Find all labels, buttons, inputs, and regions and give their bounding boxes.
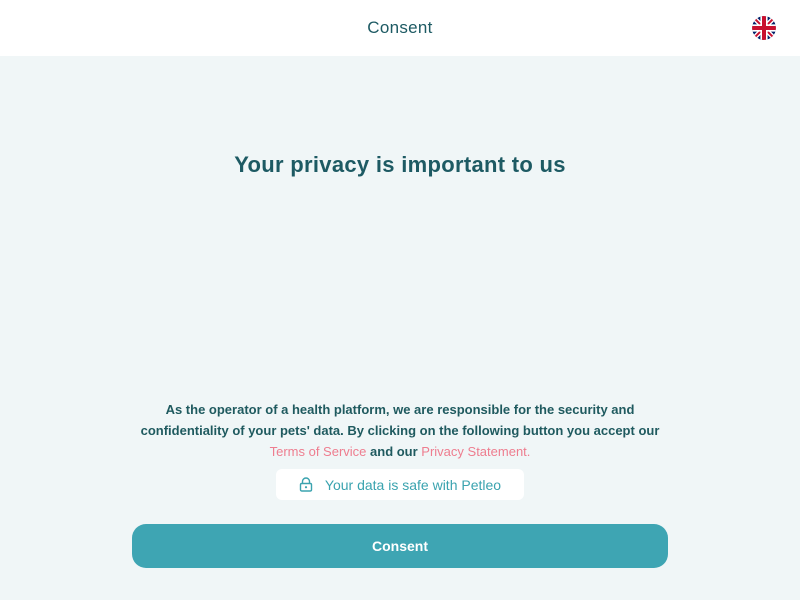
page-title: Consent — [367, 18, 433, 37]
terms-of-service-link[interactable]: Terms of Service — [270, 444, 367, 459]
disclaimer-text: As the operator of a health platform, we… — [140, 402, 660, 438]
lock-icon — [299, 477, 313, 492]
top-bar: Consent — [0, 0, 800, 56]
data-safe-badge: Your data is safe with Petleo — [276, 469, 524, 500]
consent-disclaimer: As the operator of a health platform, we… — [130, 399, 670, 462]
privacy-headline: Your privacy is important to us — [234, 152, 566, 177]
safe-badge-text: Your data is safe with Petleo — [324, 476, 502, 493]
uk-flag-icon[interactable] — [752, 16, 776, 40]
disclaimer-connector: and our — [366, 444, 422, 459]
privacy-statement-link[interactable]: Privacy Statement. — [421, 444, 530, 459]
consent-button[interactable]: Consent — [132, 524, 668, 568]
